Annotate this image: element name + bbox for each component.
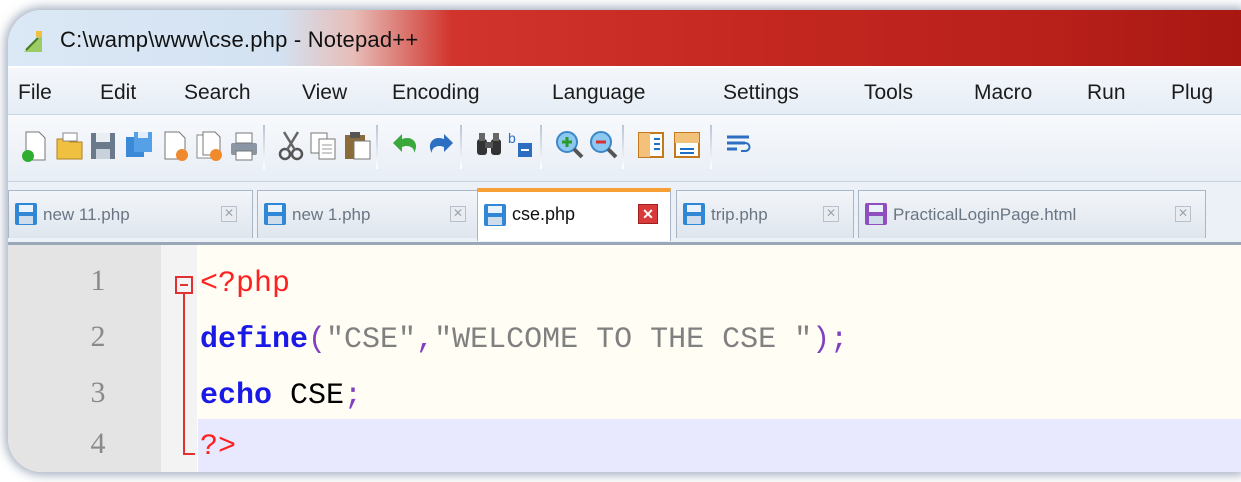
code-line[interactable]: echo CSE; bbox=[198, 368, 1241, 425]
line-number: 4 bbox=[90, 427, 106, 460]
toolbar-separator bbox=[622, 125, 624, 169]
code-token-kw: define bbox=[200, 323, 309, 357]
tab-close-icon[interactable]: ✕ bbox=[450, 206, 466, 222]
line-number: 2 bbox=[90, 320, 106, 353]
redo-icon[interactable] bbox=[426, 129, 456, 163]
code-token-punc: ( bbox=[308, 323, 327, 357]
save-all-icon[interactable] bbox=[124, 129, 154, 163]
tab-practicalloginpage-html[interactable]: PracticalLoginPage.html ✕ bbox=[858, 190, 1206, 238]
file-saved-icon bbox=[484, 204, 506, 226]
tab-close-icon[interactable]: ✕ bbox=[638, 204, 658, 224]
tab-label: cse.php bbox=[512, 204, 576, 224]
file-saved-icon bbox=[865, 203, 887, 225]
toolbar-separator bbox=[540, 125, 542, 169]
code-line[interactable]: ?> bbox=[198, 419, 1241, 472]
tab-label: PracticalLoginPage.html bbox=[893, 205, 1077, 224]
toolbar-separator bbox=[460, 125, 462, 169]
menu-tools[interactable]: Tools bbox=[864, 81, 913, 105]
svg-text:b: b bbox=[508, 130, 516, 146]
menu-view[interactable]: View bbox=[302, 81, 347, 105]
file-saved-icon bbox=[264, 203, 286, 225]
fold-guide-line bbox=[183, 294, 185, 455]
line-number: 1 bbox=[90, 264, 106, 297]
notepad-window: C:\wamp\www\cse.php - Notepad++ File Edit… bbox=[8, 10, 1241, 472]
zoom-out-icon[interactable] bbox=[588, 129, 618, 163]
copy-icon[interactable] bbox=[308, 129, 338, 163]
menu-macro[interactable]: Macro bbox=[974, 81, 1032, 105]
print-icon[interactable] bbox=[228, 129, 258, 163]
menu-bar: File Edit Search View Encoding Language Settin… bbox=[8, 68, 1241, 115]
code-token-punc: ; bbox=[344, 379, 363, 413]
code-token-tag: <?php bbox=[200, 267, 291, 301]
open-file-icon[interactable] bbox=[54, 129, 84, 163]
code-line[interactable]: define("CSE","WELCOME TO THE CSE "); bbox=[198, 312, 1241, 369]
zoom-in-icon[interactable] bbox=[554, 129, 584, 163]
word-wrap-icon[interactable] bbox=[724, 129, 754, 163]
tab-label: trip.php bbox=[711, 205, 768, 224]
toolbar: b bbox=[8, 115, 1241, 182]
sync-horizontal-icon[interactable] bbox=[672, 129, 702, 163]
close-icon[interactable] bbox=[160, 129, 190, 163]
fold-collapse-icon[interactable] bbox=[175, 276, 193, 294]
title-bar: C:\wamp\www\cse.php - Notepad++ bbox=[8, 10, 1241, 66]
new-file-icon[interactable] bbox=[20, 129, 50, 163]
tab-label: new 1.php bbox=[292, 205, 371, 224]
menu-plug[interactable]: Plug bbox=[1171, 81, 1213, 105]
toolbar-separator bbox=[710, 125, 712, 169]
menu-file[interactable]: File bbox=[18, 81, 52, 105]
close-all-icon[interactable] bbox=[194, 129, 224, 163]
tab-cse-php[interactable]: cse.php ✕ bbox=[477, 188, 671, 241]
replace-icon[interactable]: b bbox=[506, 129, 536, 163]
code-token-str: "CSE" bbox=[326, 323, 417, 357]
notepad-plus-plus-icon bbox=[24, 31, 42, 52]
tab-close-icon[interactable]: ✕ bbox=[823, 206, 839, 222]
file-saved-icon bbox=[683, 203, 705, 225]
menu-settings[interactable]: Settings bbox=[723, 81, 799, 105]
code-token-kw: echo bbox=[200, 379, 273, 413]
undo-icon[interactable] bbox=[390, 129, 420, 163]
window-title: C:\wamp\www\cse.php - Notepad++ bbox=[60, 27, 419, 52]
code-editor[interactable]: 1 <?php 2 define("CSE","WELCOME TO THE CSE … bbox=[8, 245, 1241, 472]
paste-icon[interactable] bbox=[342, 129, 372, 163]
menu-encoding[interactable]: Encoding bbox=[392, 81, 480, 105]
menu-language[interactable]: Language bbox=[552, 81, 645, 105]
toolbar-separator bbox=[376, 125, 378, 169]
menu-run[interactable]: Run bbox=[1087, 81, 1126, 105]
tab-trip-php[interactable]: trip.php ✕ bbox=[676, 190, 854, 238]
tab-bar: new 11.php ✕ new 1.php ✕ cse.php ✕ trip.php ✕ Pr… bbox=[8, 182, 1241, 245]
tab-new-1-php[interactable]: new 1.php ✕ bbox=[257, 190, 479, 238]
toolbar-separator bbox=[263, 125, 265, 169]
code-token-punc: , bbox=[416, 323, 435, 357]
tab-new-11-php[interactable]: new 11.php ✕ bbox=[8, 190, 253, 238]
code-token-str: "WELCOME TO THE CSE " bbox=[434, 323, 813, 357]
cut-icon[interactable] bbox=[276, 129, 306, 163]
save-icon[interactable] bbox=[88, 129, 118, 163]
tab-close-icon[interactable]: ✕ bbox=[1175, 206, 1191, 222]
file-saved-icon bbox=[15, 203, 37, 225]
line-number: 3 bbox=[90, 376, 106, 409]
menu-edit[interactable]: Edit bbox=[100, 81, 136, 105]
code-token-plain: CSE bbox=[272, 379, 345, 413]
menu-search[interactable]: Search bbox=[184, 81, 251, 105]
sync-vertical-icon[interactable] bbox=[636, 129, 666, 163]
tab-close-icon[interactable]: ✕ bbox=[221, 206, 237, 222]
code-token-punc: ); bbox=[812, 323, 849, 357]
find-icon[interactable] bbox=[474, 129, 504, 163]
tab-label: new 11.php bbox=[43, 205, 130, 224]
fold-guide-end bbox=[183, 453, 195, 455]
code-line[interactable]: <?php bbox=[198, 256, 1241, 313]
code-token-tag: ?> bbox=[200, 430, 237, 464]
